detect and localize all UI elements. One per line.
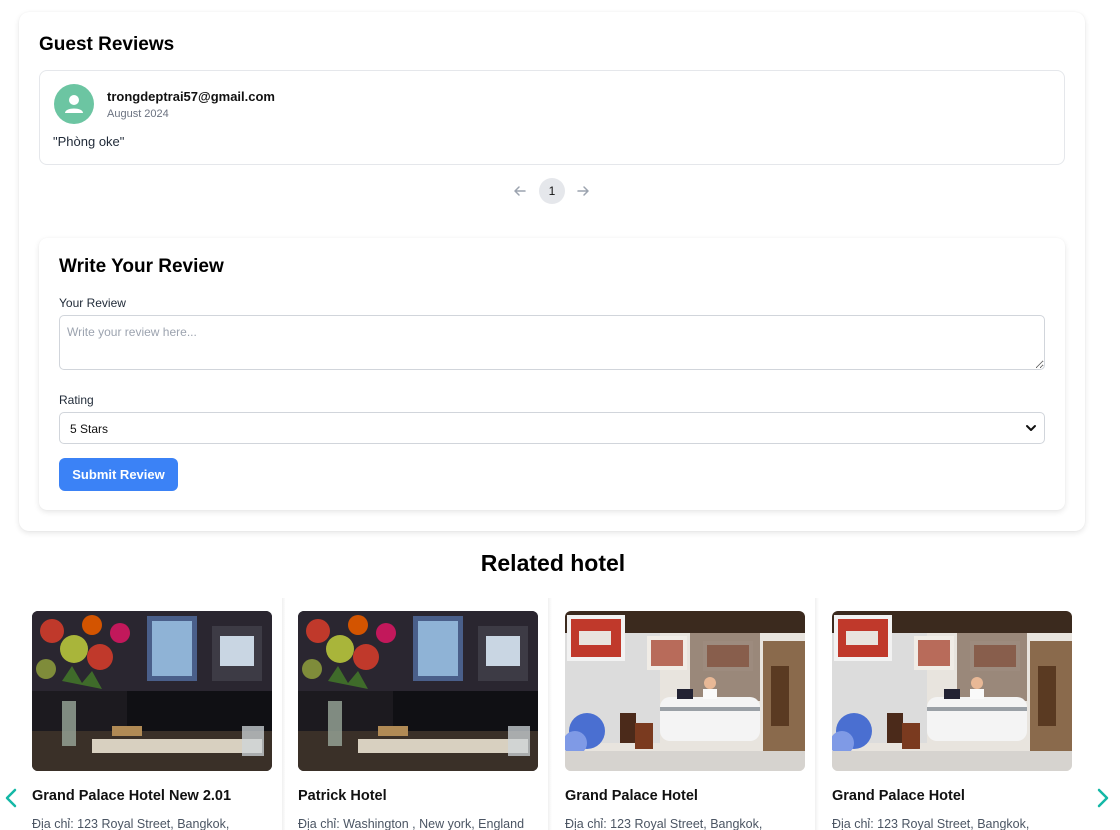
page-number-button[interactable]: 1 bbox=[539, 178, 565, 204]
hotel-card[interactable]: Grand Palace Hotel Địa chỉ: 123 Royal St… bbox=[819, 598, 1082, 830]
hotel-card[interactable]: Patrick Hotel Địa chỉ: Washington , New … bbox=[285, 598, 552, 830]
hotel-address: Địa chỉ: 123 Royal Street, Bangkok, bbox=[32, 817, 230, 830]
review-textarea[interactable] bbox=[59, 315, 1045, 370]
chevron-down-icon bbox=[1026, 425, 1036, 431]
related-hotels-carousel: Grand Palace Hotel New 2.01 Địa chỉ: 123… bbox=[0, 598, 1120, 830]
submit-review-button[interactable]: Submit Review bbox=[59, 458, 178, 491]
hotel-name[interactable]: Grand Palace Hotel bbox=[565, 788, 698, 804]
review-date: August 2024 bbox=[107, 108, 169, 120]
hotel-image bbox=[565, 611, 805, 771]
hotel-name[interactable]: Grand Palace Hotel New 2.01 bbox=[32, 788, 231, 804]
review-text: "Phòng oke" bbox=[53, 134, 125, 149]
rating-selected-value: 5 Stars bbox=[70, 422, 109, 436]
hotel-image bbox=[298, 611, 538, 771]
chevron-right-icon[interactable] bbox=[1094, 786, 1112, 810]
arrow-left-icon[interactable] bbox=[511, 182, 529, 200]
hotel-address: Địa chỉ: 123 Royal Street, Bangkok, bbox=[565, 817, 763, 830]
hotel-name[interactable]: Patrick Hotel bbox=[298, 788, 387, 804]
hotel-address: Địa chỉ: 123 Royal Street, Bangkok, bbox=[832, 817, 1030, 830]
reviewer-name: trongdeptrai57@gmail.com bbox=[107, 89, 275, 104]
hotel-card[interactable]: Grand Palace Hotel New 2.01 Địa chỉ: 123… bbox=[19, 598, 286, 830]
arrow-right-icon[interactable] bbox=[574, 182, 592, 200]
hotel-image bbox=[832, 611, 1072, 771]
hotel-image bbox=[32, 611, 272, 771]
guest-reviews-title: Guest Reviews bbox=[39, 34, 175, 55]
hotel-address: Địa chỉ: Washington , New york, England bbox=[298, 817, 525, 830]
pagination: 1 bbox=[19, 178, 1085, 204]
rating-select[interactable]: 5 Stars bbox=[59, 412, 1045, 444]
guest-reviews-section: Guest Reviews trongdeptrai57@gmail.com A… bbox=[19, 12, 1085, 531]
rating-label: Rating bbox=[59, 393, 94, 407]
review-label: Your Review bbox=[59, 296, 126, 310]
hotel-name[interactable]: Grand Palace Hotel bbox=[832, 788, 965, 804]
write-review-form: Write Your Review Your Review Rating 5 S… bbox=[39, 238, 1065, 510]
chevron-left-icon[interactable] bbox=[2, 786, 20, 810]
user-avatar-icon bbox=[54, 84, 94, 124]
related-hotels-title: Related hotel bbox=[480, 550, 626, 576]
hotel-card[interactable]: Grand Palace Hotel Địa chỉ: 123 Royal St… bbox=[552, 598, 819, 830]
write-review-title: Write Your Review bbox=[59, 256, 224, 277]
review-item: trongdeptrai57@gmail.com August 2024 "Ph… bbox=[39, 70, 1065, 165]
